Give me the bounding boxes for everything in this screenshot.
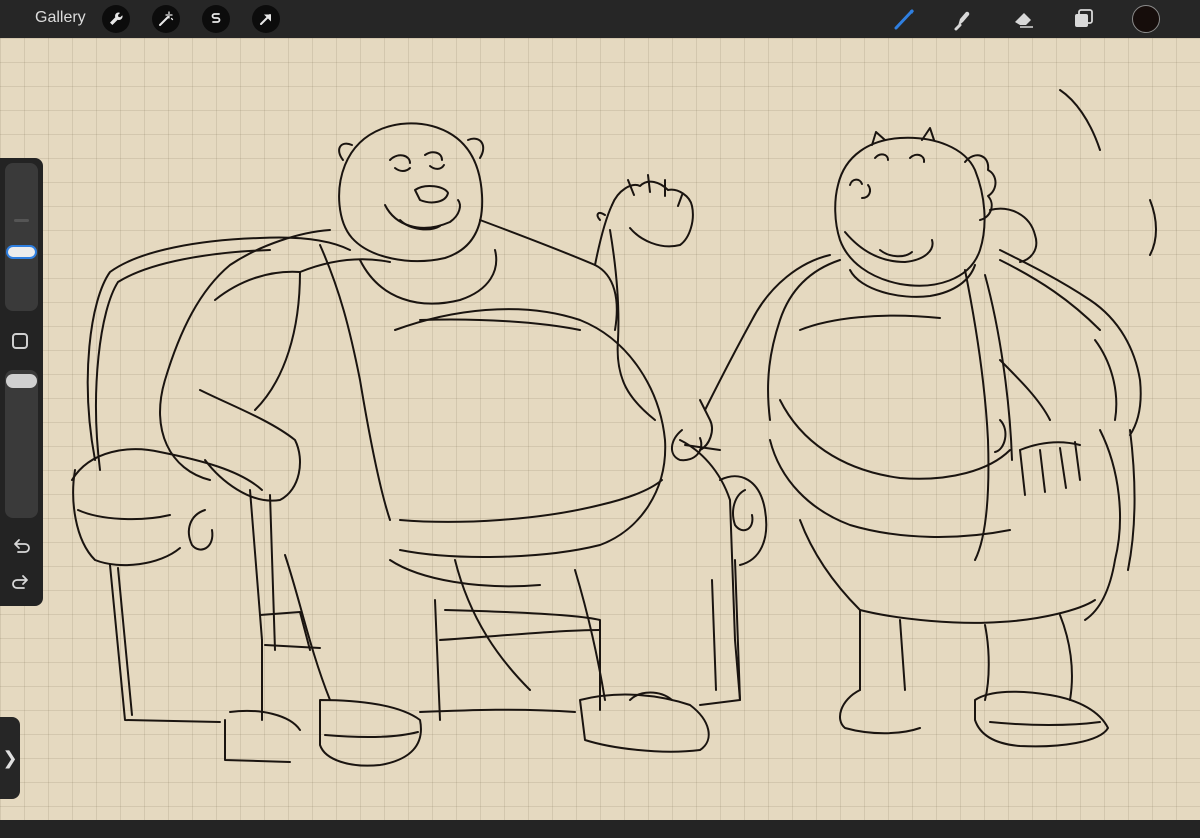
top-toolbar: Gallery	[0, 0, 1200, 38]
magic-wand-icon[interactable]	[152, 5, 180, 33]
sidebar-expand-tab[interactable]: ❯	[0, 717, 20, 799]
transform-arrow-icon[interactable]	[252, 5, 280, 33]
undo-icon[interactable]	[10, 536, 32, 558]
opacity-thumb[interactable]	[6, 374, 37, 388]
selection-icon[interactable]	[202, 5, 230, 33]
opacity-slider[interactable]	[5, 370, 38, 518]
left-bear-sketch	[159, 122, 721, 767]
color-picker-swatch[interactable]	[1132, 5, 1160, 33]
eraser-icon[interactable]	[1011, 6, 1037, 32]
gallery-button[interactable]: Gallery	[35, 9, 86, 27]
redo-icon[interactable]	[10, 572, 32, 594]
drawing-canvas[interactable]	[0, 38, 1200, 820]
smudge-icon[interactable]	[951, 6, 977, 32]
bottom-bar	[0, 820, 1200, 838]
right-bear-sketch	[704, 89, 1157, 748]
layers-icon[interactable]	[1071, 6, 1097, 32]
brush-icon[interactable]	[892, 6, 918, 32]
left-sidebar	[0, 158, 43, 606]
modify-button[interactable]	[12, 333, 28, 349]
brush-size-tick	[14, 219, 29, 222]
wrench-icon[interactable]	[102, 5, 130, 33]
sketch-artwork	[71, 89, 1157, 767]
chevron-right-icon: ❯	[2, 747, 18, 768]
brush-size-slider[interactable]	[5, 163, 38, 311]
brush-size-thumb[interactable]	[6, 245, 37, 260]
